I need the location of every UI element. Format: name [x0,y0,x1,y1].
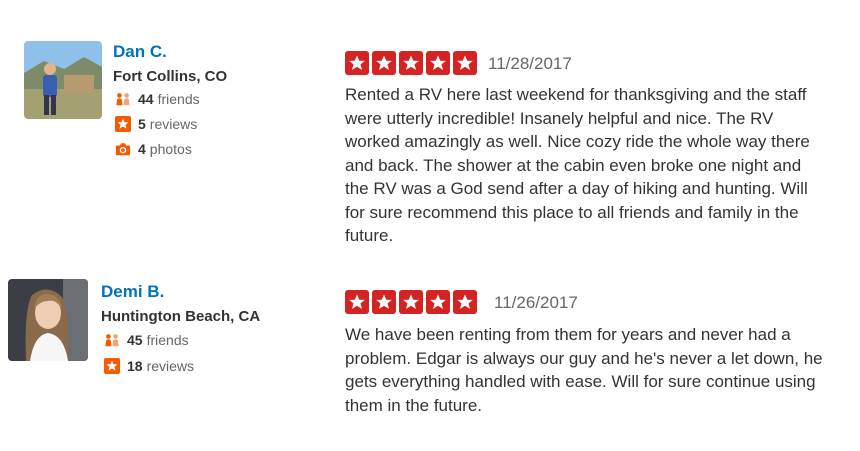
reviews-number: 18 [127,358,143,374]
friends-icon [115,91,131,107]
user-location: Huntington Beach, CA [101,308,261,325]
user-name[interactable]: Dan C. [113,42,167,62]
camera-icon [115,141,131,157]
star-icon [372,51,396,75]
friends-count: 45 friends [104,332,189,348]
friends-count: 44 friends [115,91,200,107]
friends-number: 44 [138,91,154,107]
reviews-number: 5 [138,116,146,132]
review-star-icon [115,116,131,132]
photos-number: 4 [138,141,146,157]
review-star-icon [104,358,120,374]
review-text: Rented a RV here last weekend for thanks… [345,85,810,245]
friends-label: friends [157,91,200,107]
star-icon [426,51,450,75]
review-date: 11/28/2017 [488,54,572,73]
user-name[interactable]: Demi B. [101,282,164,302]
star-rating [345,51,477,75]
star-icon [453,290,477,314]
review-item: Demi B. Huntington Beach, CA 45 friends … [0,260,860,440]
review-item: Dan C. Fort Collins, CO 44 friends 5 rev… [0,0,860,250]
star-icon [372,290,396,314]
star-icon [453,51,477,75]
review-date: 11/26/2017 [494,293,578,312]
user-location: Fort Collins, CO [113,68,228,85]
reviews-count: 18 reviews [104,358,194,374]
star-icon [399,290,423,314]
avatar[interactable] [8,279,88,361]
review-text: We have been renting from them for years… [345,325,823,415]
photos-label: photos [149,141,192,157]
star-icon [345,290,369,314]
star-rating [345,290,477,314]
reviews-label: reviews [146,358,195,374]
photos-count: 4 photos [115,141,192,157]
star-icon [426,290,450,314]
reviews-count: 5 reviews [115,116,197,132]
star-icon [345,51,369,75]
friends-number: 45 [127,332,143,348]
avatar[interactable] [24,41,102,119]
friends-label: friends [146,332,189,348]
star-icon [399,51,423,75]
reviews-label: reviews [149,116,198,132]
friends-icon [104,332,120,348]
